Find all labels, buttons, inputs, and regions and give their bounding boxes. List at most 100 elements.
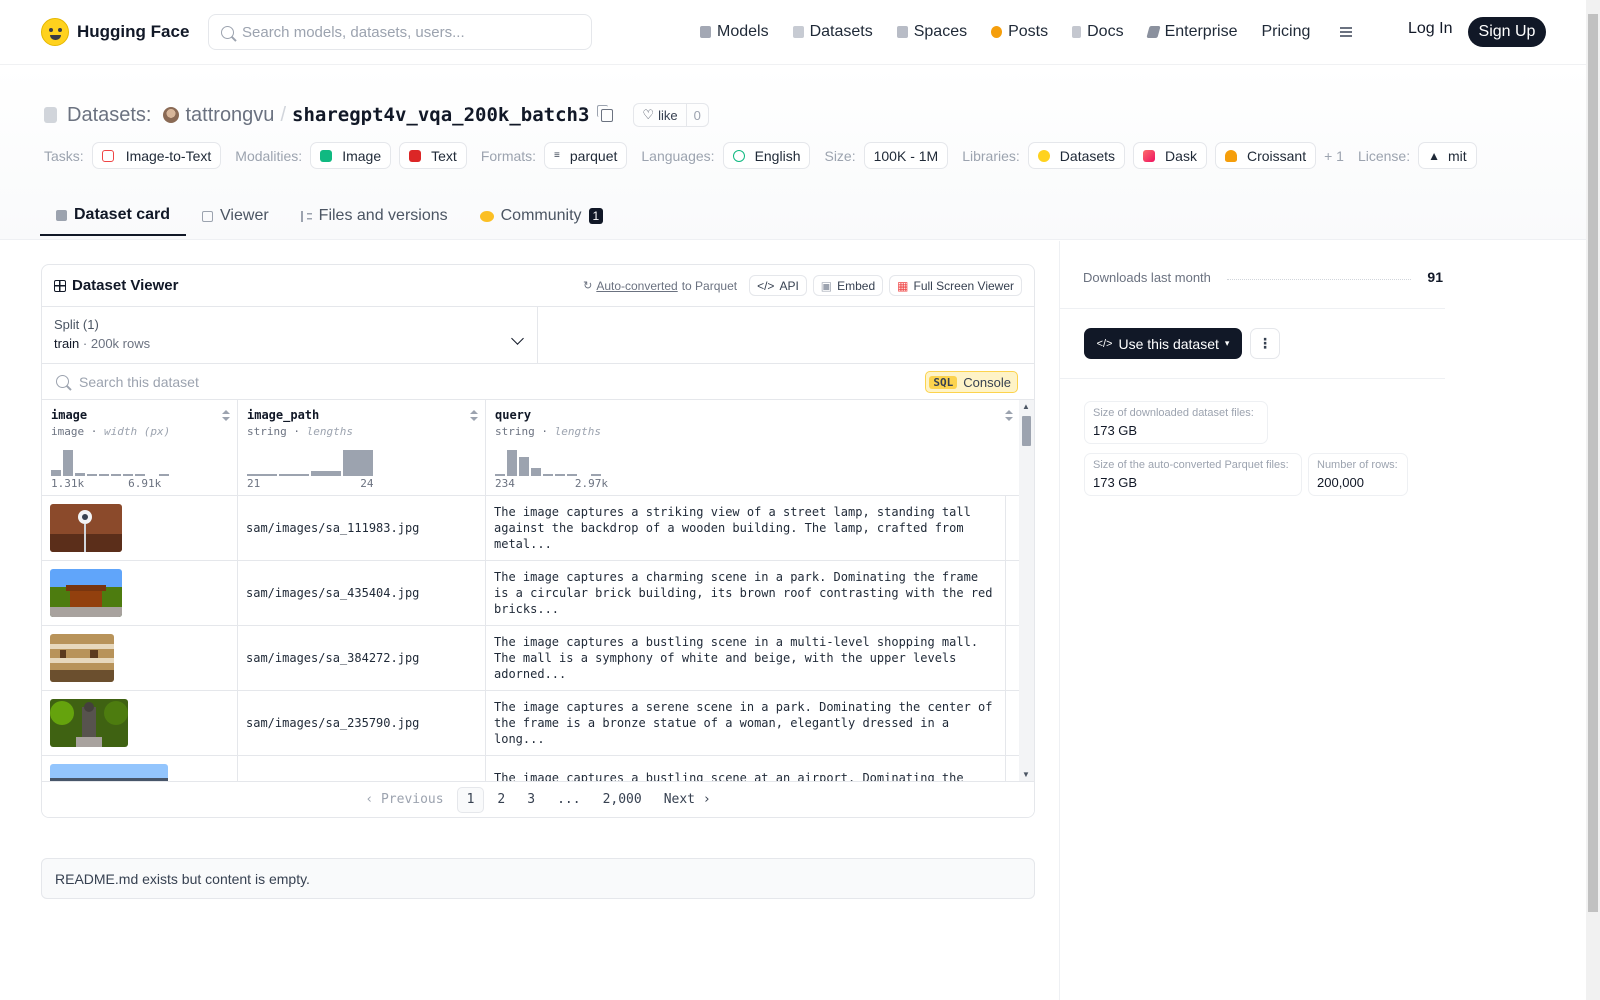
histogram-bar[interactable] xyxy=(123,474,133,476)
histogram-bar[interactable] xyxy=(543,474,553,476)
histogram-bar[interactable] xyxy=(495,473,505,476)
histogram-bar[interactable] xyxy=(555,474,565,476)
nav-datasets[interactable]: Datasets xyxy=(792,18,873,46)
global-search-input[interactable]: Search models, datasets, users... xyxy=(208,14,592,50)
image-cell[interactable] xyxy=(42,756,238,781)
repo-name-link[interactable]: sharegpt4v_vqa_200k_batch3 xyxy=(292,104,589,126)
tag-datasets-lib[interactable]: Datasets xyxy=(1027,142,1126,169)
owner-link[interactable]: tattrongvu xyxy=(185,104,274,127)
page-3-button[interactable]: 3 xyxy=(518,787,544,813)
split-selector[interactable]: Split (1) train · 200k rows xyxy=(42,307,538,363)
nav-enterprise[interactable]: Enterprise xyxy=(1145,18,1237,46)
histogram-bar[interactable] xyxy=(159,474,169,476)
brand-link[interactable]: Hugging Face xyxy=(41,18,189,46)
tag-croissant[interactable]: Croissant xyxy=(1214,142,1317,169)
query-cell[interactable]: The image captures a bustling scene in a… xyxy=(486,626,1006,690)
embed-button[interactable]: ▣ Embed xyxy=(812,275,884,296)
next-page-button[interactable]: Next › xyxy=(655,787,720,813)
table-row[interactable]: sam/images/sa_435404.jpg The image captu… xyxy=(42,561,1034,626)
tag-parquet[interactable]: ≡ parquet xyxy=(544,142,628,169)
dataset-search-input[interactable]: Search this dataset SQL Console xyxy=(42,364,1034,400)
histogram-bar[interactable] xyxy=(519,456,529,476)
sql-console-button[interactable]: SQL Console xyxy=(925,371,1018,393)
histogram-bar[interactable] xyxy=(135,474,145,476)
image-cell[interactable] xyxy=(42,691,238,755)
previous-page-button[interactable]: ‹ Previous xyxy=(356,787,452,813)
tag-dask[interactable]: Dask xyxy=(1133,142,1207,169)
page-1-button[interactable]: 1 xyxy=(456,786,485,813)
tag-text[interactable]: Text xyxy=(399,142,467,169)
column-header-image[interactable]: image image · width (px) 1.31k 6.91k xyxy=(42,400,238,495)
thumbnail-street-lamp[interactable] xyxy=(50,504,122,552)
histogram-bar[interactable] xyxy=(531,468,541,476)
table-scrollbar[interactable]: ▲ ▼ xyxy=(1019,400,1034,781)
more-menu-icon[interactable] xyxy=(1334,26,1353,38)
nav-docs[interactable]: Docs xyxy=(1072,18,1124,46)
tag-image[interactable]: Image xyxy=(310,142,392,169)
fullscreen-viewer-button[interactable]: ▦ Full Screen Viewer xyxy=(889,275,1022,296)
column-header-query[interactable]: query string · lengths 234 2.97k xyxy=(486,400,1021,495)
nav-models[interactable]: Models xyxy=(700,18,769,46)
table-row[interactable]: The image captures a bustling scene at a… xyxy=(42,756,1034,781)
page-2-button[interactable]: 2 xyxy=(488,787,514,813)
query-cell[interactable]: The image captures a serene scene in a p… xyxy=(486,691,1006,755)
histogram-bar[interactable] xyxy=(87,474,97,476)
image-path-cell[interactable] xyxy=(238,756,486,781)
image-path-cell[interactable]: sam/images/sa_384272.jpg xyxy=(238,626,486,690)
histogram-bar[interactable] xyxy=(51,469,61,476)
image-path-cell[interactable]: sam/images/sa_435404.jpg xyxy=(238,561,486,625)
histogram-bar[interactable] xyxy=(111,474,121,476)
more-options-icon[interactable]: ⋮ xyxy=(1250,328,1280,359)
scroll-down-arrow-icon[interactable]: ▼ xyxy=(1022,770,1030,779)
like-count[interactable]: 0 xyxy=(685,104,708,126)
image-cell[interactable] xyxy=(42,496,238,560)
histogram-bar[interactable] xyxy=(279,474,309,476)
tag-image-to-text[interactable]: Image-to-Text xyxy=(91,142,222,169)
use-this-dataset-button[interactable]: </> Use this dataset ▾ xyxy=(1084,328,1242,359)
api-button[interactable]: </> API xyxy=(749,275,807,296)
histogram-bar[interactable] xyxy=(311,470,341,476)
copy-icon[interactable] xyxy=(597,104,614,122)
tab-viewer[interactable]: Viewer xyxy=(186,196,285,236)
tab-dataset-card[interactable]: Dataset card xyxy=(40,196,187,236)
histogram[interactable] xyxy=(51,450,169,476)
image-path-cell[interactable]: sam/images/sa_235790.jpg xyxy=(238,691,486,755)
section-link[interactable]: Datasets: xyxy=(67,104,151,127)
histogram-bar[interactable] xyxy=(591,474,601,476)
histogram[interactable] xyxy=(247,450,373,476)
table-scroll-thumb[interactable] xyxy=(1022,416,1031,446)
tab-files[interactable]: Files and versions xyxy=(285,196,464,236)
page-last-button[interactable]: 2,000 xyxy=(594,787,651,813)
nav-posts[interactable]: Posts xyxy=(991,18,1048,46)
histogram-bar[interactable] xyxy=(343,450,373,476)
page-scrollbar[interactable] xyxy=(1586,0,1600,1000)
scroll-up-arrow-icon[interactable]: ▲ xyxy=(1022,402,1030,411)
tab-community[interactable]: Community 1 xyxy=(464,196,620,236)
histogram-bar[interactable] xyxy=(247,474,277,476)
table-row[interactable]: sam/images/sa_235790.jpg The image captu… xyxy=(42,691,1034,756)
more-libraries[interactable]: + 1 xyxy=(1324,148,1344,164)
query-cell[interactable]: The image captures a charming scene in a… xyxy=(486,561,1006,625)
histogram-bar[interactable] xyxy=(567,474,577,476)
image-path-cell[interactable]: sam/images/sa_111983.jpg xyxy=(238,496,486,560)
histogram-bar[interactable] xyxy=(75,472,85,476)
histogram-bar[interactable] xyxy=(507,450,517,476)
page-scroll-thumb[interactable] xyxy=(1588,14,1598,912)
sort-icon[interactable] xyxy=(470,410,478,422)
histogram[interactable] xyxy=(495,450,601,476)
tag-size[interactable]: 100K - 1M xyxy=(863,142,949,169)
like-button-inner[interactable]: ♡ like xyxy=(634,104,685,126)
thumbnail-park-building[interactable] xyxy=(50,569,122,617)
auto-converted-link[interactable]: Auto-converted xyxy=(596,279,677,293)
signup-button[interactable]: Sign Up xyxy=(1468,17,1546,47)
nav-pricing[interactable]: Pricing xyxy=(1261,18,1310,46)
sort-icon[interactable] xyxy=(222,410,230,422)
column-header-image-path[interactable]: image_path string · lengths 21 24 xyxy=(238,400,486,495)
histogram-bar[interactable] xyxy=(63,450,73,476)
sort-icon[interactable] xyxy=(1005,410,1013,422)
table-row[interactable]: sam/images/sa_111983.jpg The image captu… xyxy=(42,496,1034,561)
query-cell[interactable]: The image captures a bustling scene at a… xyxy=(486,756,1006,781)
histogram-bar[interactable] xyxy=(99,474,109,476)
login-link[interactable]: Log In xyxy=(1408,20,1452,38)
image-cell[interactable] xyxy=(42,561,238,625)
